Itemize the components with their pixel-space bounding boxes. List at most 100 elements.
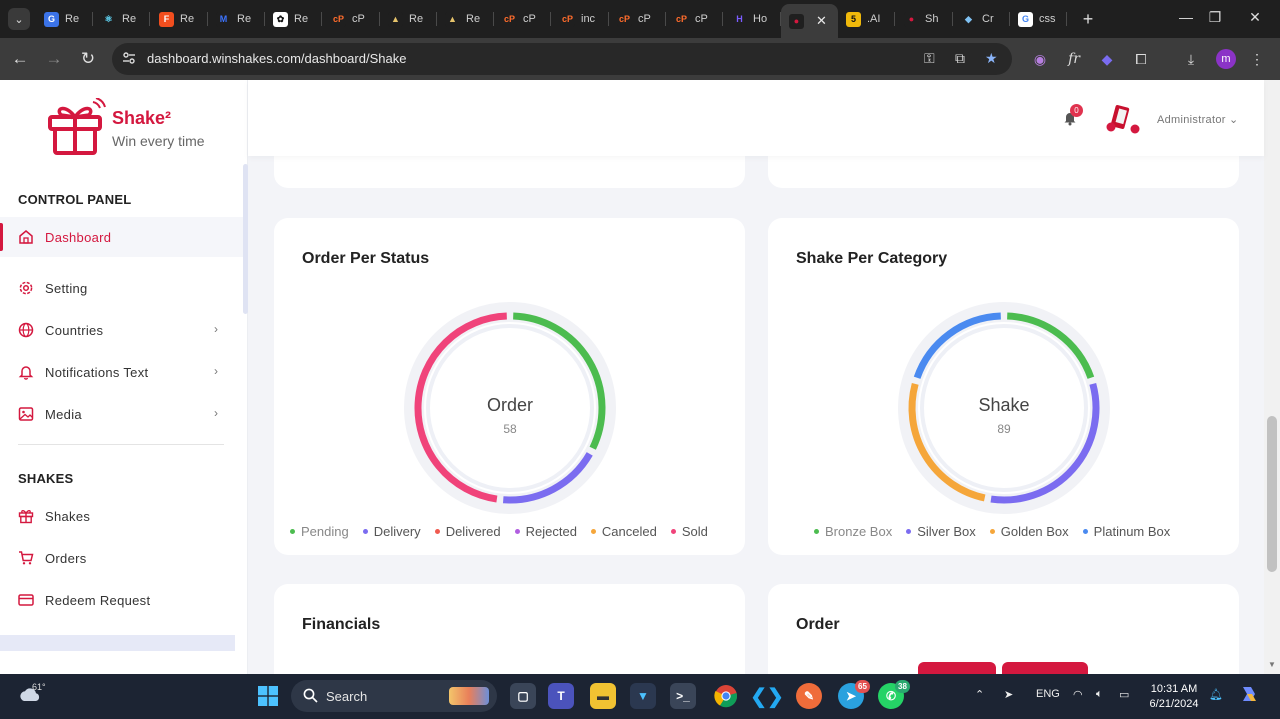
url-text[interactable]: dashboard.winshakes.com/dashboard/Shake xyxy=(147,51,406,66)
extension-brain-icon[interactable]: ◉ xyxy=(1030,49,1050,69)
legend-dot xyxy=(290,529,295,534)
extension-layers-icon[interactable]: ◆ xyxy=(1097,49,1117,69)
browser-menu-icon[interactable]: ⋮ xyxy=(1247,49,1267,69)
browser-tab[interactable]: Gcss xyxy=(1010,0,1067,38)
browser-tab[interactable]: cP inc xyxy=(552,0,609,38)
restore-button[interactable]: ❐ xyxy=(1205,9,1225,26)
notification-center-icon[interactable]: 🔔︎ xyxy=(1209,688,1223,701)
browser-tab[interactable]: M Re xyxy=(208,0,265,38)
system-clock[interactable]: 10:31 AM 6/21/2024 xyxy=(1148,682,1200,712)
sidebar-scrollbar[interactable] xyxy=(243,164,248,314)
search-icon xyxy=(303,688,318,703)
battery-icon[interactable]: ▭ xyxy=(1119,688,1129,701)
browser-tab[interactable]: cP cP xyxy=(494,0,551,38)
tab-title: Re xyxy=(180,13,195,25)
password-key-icon[interactable]: ⚿ xyxy=(924,50,935,67)
browser-tab[interactable]: F Re xyxy=(151,0,208,38)
browser-tab[interactable]: ▲ Re xyxy=(380,0,437,38)
page-scrollbar-thumb[interactable] xyxy=(1267,416,1277,572)
new-tab-button[interactable]: + xyxy=(1078,9,1098,30)
sidebar-item-orders[interactable]: Orders xyxy=(0,538,243,578)
browser-tab[interactable]: 5 .AI xyxy=(838,0,895,38)
tab-search-button[interactable]: ⌄ xyxy=(8,8,30,30)
sidebar-item-label: Notifications Text xyxy=(45,364,149,380)
browser-tab[interactable]: cP cP xyxy=(323,0,380,38)
legend-label: Golden Box xyxy=(1000,524,1069,539)
downloads-icon[interactable]: ⤓ xyxy=(1181,49,1201,69)
profile-avatar[interactable]: m xyxy=(1216,49,1236,69)
legend-item[interactable]: Pending xyxy=(290,524,349,539)
legend-item[interactable]: Bronze Box xyxy=(814,524,892,539)
wifi-icon[interactable]: ◠ xyxy=(1073,688,1083,701)
browser-tab[interactable]: H Ho xyxy=(724,0,781,38)
browser-tab[interactable]: ● ✕ xyxy=(781,4,838,38)
sidebar-item-shakes[interactable]: Shakes xyxy=(0,496,243,536)
page-scrollbar[interactable]: ▼ xyxy=(1264,80,1280,674)
legend-item[interactable]: Canceled xyxy=(590,524,657,539)
address-bar[interactable]: dashboard.winshakes.com/dashboard/Shake … xyxy=(112,43,1012,75)
windows-start-icon[interactable] xyxy=(258,686,278,706)
vscode-icon[interactable]: ❮❯ xyxy=(750,683,784,709)
legend-item[interactable]: Platinum Box xyxy=(1082,524,1170,539)
user-avatar[interactable] xyxy=(1103,102,1143,134)
close-window-button[interactable]: ✕ xyxy=(1245,9,1265,26)
reload-button[interactable]: ↻ xyxy=(77,48,99,70)
cart-icon xyxy=(18,550,34,566)
browser-tab[interactable]: ▲ Re xyxy=(437,0,494,38)
legend-item[interactable]: Sold xyxy=(670,524,708,539)
extension-font-icon[interactable]: fr xyxy=(1064,49,1084,69)
task-view-icon[interactable]: ▢ xyxy=(510,683,536,709)
browser-tab[interactable]: cP cP xyxy=(666,0,723,38)
scroll-down-arrow[interactable]: ▼ xyxy=(1268,660,1276,669)
whatsapp-icon[interactable]: ✆ 38 xyxy=(878,680,910,709)
volume-icon[interactable]: 🔈︎ xyxy=(1096,688,1103,701)
sidebar-item-media[interactable]: Media › xyxy=(0,394,243,434)
sidebar-item-label: Setting xyxy=(45,280,88,296)
sidebar-item-dashboard[interactable]: Dashboard xyxy=(0,217,243,257)
browser-tab[interactable]: ✿ Re xyxy=(265,0,322,38)
tray-telegram-icon[interactable]: ➤ xyxy=(1004,688,1013,701)
copilot-icon[interactable] xyxy=(1239,684,1259,707)
dev-app-icon[interactable]: ▼ xyxy=(630,683,656,709)
terminal-icon[interactable]: >_ xyxy=(670,683,696,709)
minimize-button[interactable]: — xyxy=(1176,9,1196,25)
sidebar-item-countries[interactable]: Countries › xyxy=(0,310,243,350)
browser-tab[interactable]: ⚛ Re xyxy=(93,0,150,38)
legend-item[interactable]: Delivery xyxy=(362,524,421,539)
sidebar-item-setting[interactable]: Setting xyxy=(0,268,243,308)
sidebar-item-notifications-text[interactable]: Notifications Text › xyxy=(0,352,243,392)
browser-tab[interactable]: G Re xyxy=(36,0,93,38)
donut-center-value: 58 xyxy=(503,422,517,436)
legend-label: Delivery xyxy=(373,524,421,539)
tab-title: Re xyxy=(294,13,309,25)
browser-tab[interactable]: ● Sh xyxy=(896,0,953,38)
tab-title: Re xyxy=(237,13,252,25)
telegram-icon[interactable]: ➤ 65 xyxy=(838,680,870,709)
extensions-puzzle-icon[interactable]: ⧠ xyxy=(1131,49,1151,69)
back-button[interactable]: ← xyxy=(9,48,31,70)
legend-item[interactable]: Rejected xyxy=(514,524,577,539)
bookmark-star-icon[interactable]: ★ xyxy=(985,50,998,67)
chrome-icon[interactable] xyxy=(713,683,739,709)
sidebar-item-redeem-request[interactable]: Redeem Request xyxy=(0,580,243,620)
postman-icon[interactable]: ✎ xyxy=(796,683,822,709)
browser-tab[interactable]: cP cP xyxy=(609,0,666,38)
tray-chevron-icon[interactable]: ⌃ xyxy=(975,688,984,701)
whatsapp-badge: 38 xyxy=(895,680,910,693)
legend-item[interactable]: Golden Box xyxy=(989,524,1069,539)
user-menu[interactable]: Administrator ⌄ xyxy=(1157,113,1239,126)
brand-logo[interactable]: Shake² Win every time xyxy=(46,96,236,158)
forward-button[interactable]: → xyxy=(43,48,65,70)
sidebar-item-label: Dashboard xyxy=(45,229,112,245)
file-explorer-icon[interactable]: ▬ xyxy=(590,683,616,709)
legend-item[interactable]: Silver Box xyxy=(906,524,976,539)
close-tab-icon[interactable]: ✕ xyxy=(816,13,827,29)
legend-dot xyxy=(989,529,995,534)
install-app-icon[interactable]: ⧉ xyxy=(955,50,965,67)
browser-tab[interactable]: ◆ Cr xyxy=(953,0,1010,38)
taskbar-search[interactable]: Search xyxy=(291,680,497,712)
site-info-icon[interactable] xyxy=(122,51,136,65)
teams-icon[interactable]: T xyxy=(548,683,574,709)
language-indicator[interactable]: ENG xyxy=(1036,688,1060,700)
legend-item[interactable]: Delivered xyxy=(434,524,501,539)
